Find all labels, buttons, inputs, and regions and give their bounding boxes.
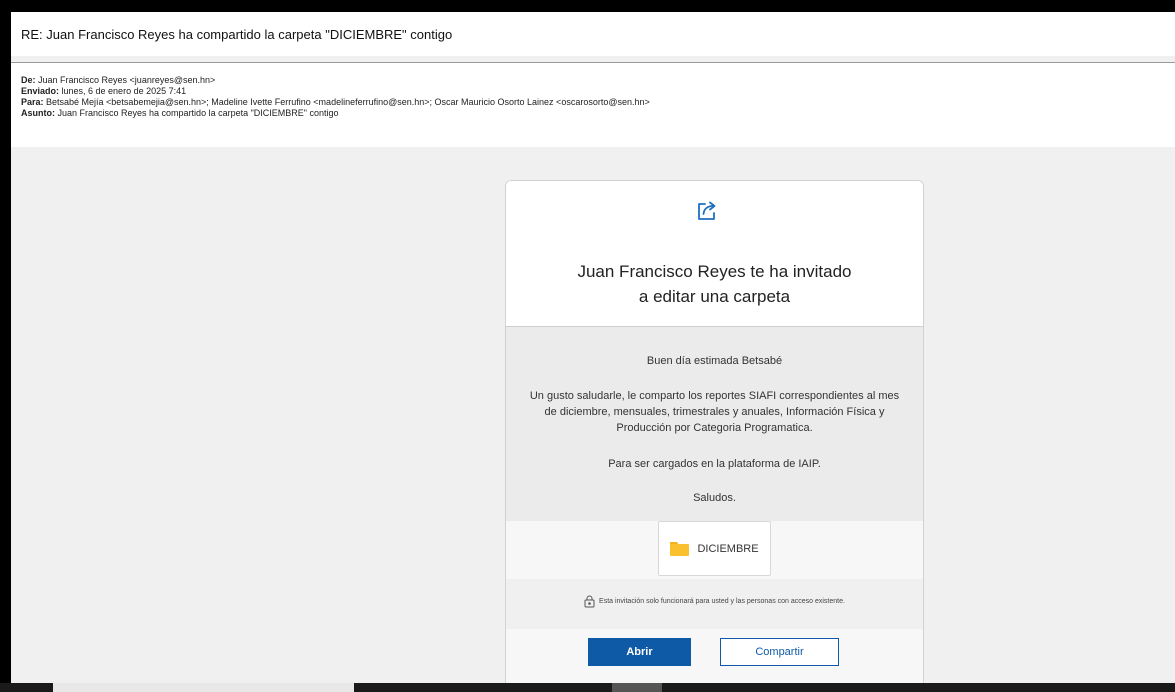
sent-label: Enviado: — [21, 86, 60, 96]
body-line: de diciembre, mensuales, trimestrales y … — [544, 406, 885, 418]
notice-section: Esta invitación solo funcionará para ust… — [506, 579, 923, 629]
body-line: Producción por Categoria Programatica. — [616, 422, 813, 434]
subject-bar: RE: Juan Francisco Reyes ha compartido l… — [11, 12, 1175, 56]
lock-icon — [584, 595, 595, 608]
card-title: Juan Francisco Reyes te ha invitado a ed… — [506, 259, 923, 309]
body-line: Un gusto saludarle, le comparto los repo… — [529, 390, 900, 402]
header-from: De: Juan Francisco Reyes <juanreyes@sen.… — [21, 75, 1175, 86]
email-headers: De: Juan Francisco Reyes <juanreyes@sen.… — [11, 63, 1175, 147]
header-to: Para: Betsabé Mejía <betsabemejia@sen.hn… — [21, 97, 1175, 108]
card-header: Juan Francisco Reyes te ha invitado a ed… — [506, 181, 923, 327]
shared-folder-tile[interactable]: DICIEMBRE — [658, 521, 771, 576]
share-invitation-card: Juan Francisco Reyes te ha invitado a ed… — [505, 180, 924, 683]
greeting: Buen día estimada Betsabé — [646, 355, 783, 367]
header-subject: Asunto: Juan Francisco Reyes ha comparti… — [21, 108, 1175, 119]
from-label: De: — [21, 75, 36, 85]
from-value[interactable]: Juan Francisco Reyes <juanreyes@sen.hn> — [36, 75, 215, 85]
folder-name: DICIEMBRE — [697, 542, 759, 555]
card-title-line2: a editar una carpeta — [638, 287, 791, 306]
to-label: Para: — [21, 97, 44, 107]
body-paragraph: Un gusto saludarle, le comparto los repo… — [524, 388, 905, 436]
card-title-line1: Juan Francisco Reyes te ha invitado — [577, 262, 852, 281]
closing: Saludos. — [693, 492, 736, 504]
notice-text: Esta invitación solo funcionará para ust… — [599, 598, 845, 605]
to-value[interactable]: Betsabé Mejía <betsabemejia@sen.hn>; Mad… — [44, 97, 650, 107]
open-button[interactable]: Abrir — [588, 638, 691, 666]
email-subject: RE: Juan Francisco Reyes ha compartido l… — [21, 26, 453, 42]
share-button[interactable]: Compartir — [720, 638, 839, 666]
sent-value: lunes, 6 de enero de 2025 7:41 — [59, 86, 187, 96]
subject-label: Asunto: — [21, 108, 55, 118]
header-sent: Enviado: lunes, 6 de enero de 2025 7:41 — [21, 86, 1175, 97]
action-buttons: Abrir Compartir — [506, 629, 923, 683]
subject-value: Juan Francisco Reyes ha compartido la ca… — [55, 108, 339, 118]
email-window: RE: Juan Francisco Reyes ha compartido l… — [11, 12, 1175, 683]
taskbar-item[interactable] — [53, 683, 354, 692]
taskbar — [0, 683, 1175, 692]
share-arrow-icon — [698, 201, 716, 220]
upload-note: Para ser cargados en la plataforma de IA… — [608, 458, 821, 470]
access-notice: Esta invitación solo funcionará para ust… — [506, 595, 923, 608]
taskbar-item[interactable] — [612, 683, 662, 692]
folder-section: DICIEMBRE — [506, 521, 923, 579]
message-body: Buen día estimada Betsabé Un gusto salud… — [506, 327, 923, 521]
folder-icon — [670, 541, 690, 556]
